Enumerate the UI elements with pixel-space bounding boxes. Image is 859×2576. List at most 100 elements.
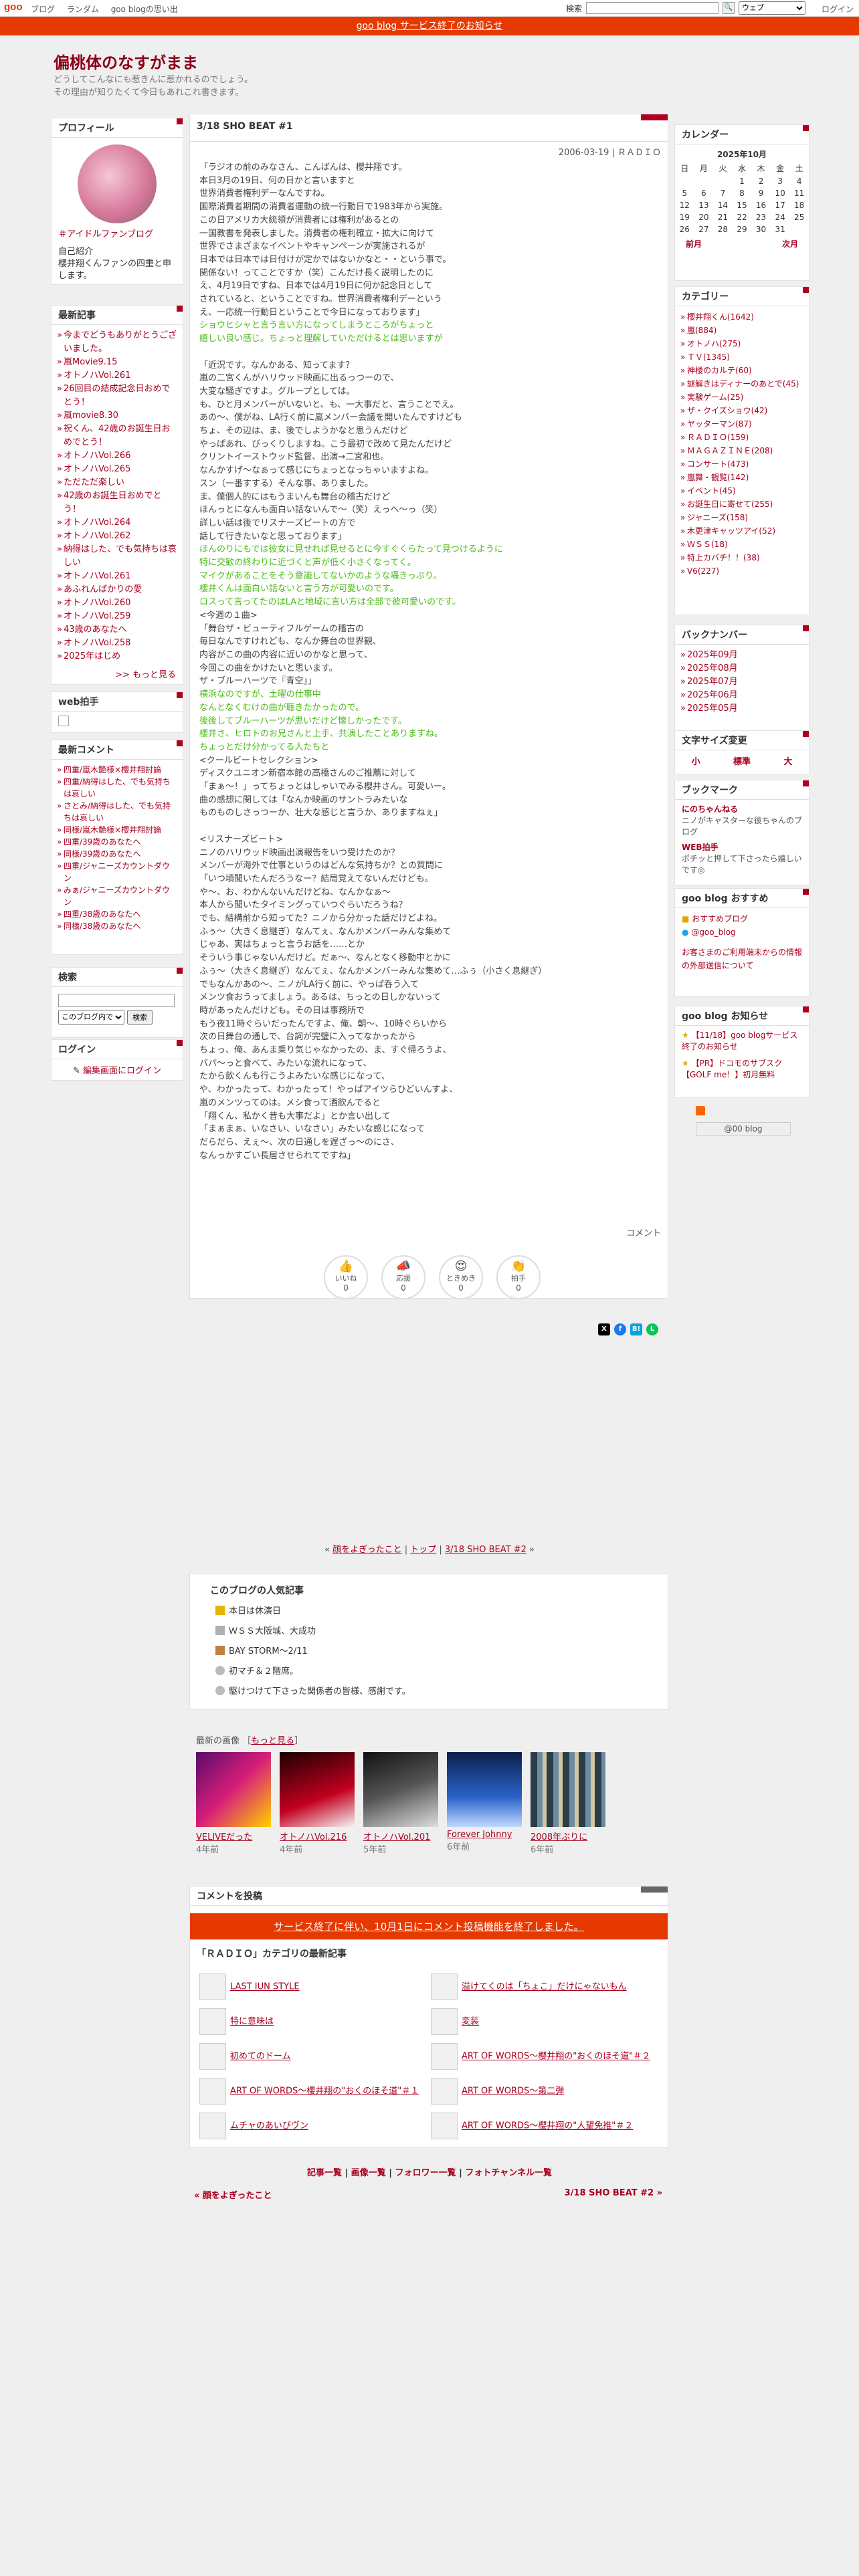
category-post-thumb[interactable] <box>199 2043 226 2070</box>
image-card[interactable]: Forever Johnny 6年前 <box>447 1752 522 1852</box>
footer-link[interactable]: 画像一覧 <box>351 2168 386 2178</box>
recent-post-item[interactable]: 26回目の結成記念日おめでとう！ <box>57 383 177 409</box>
recommend-item[interactable]: ■ おすすめブログ <box>682 912 802 926</box>
popular-item[interactable]: ＷＳＳ大阪城、大成功 <box>215 1624 316 1636</box>
category-post-item[interactable]: ART OF WORDS～櫻井翔の"おくのほそ道"＃２ <box>431 2043 650 2070</box>
reaction-button[interactable]: 👍 いいね 0 <box>324 1255 368 1299</box>
recent-comment-item[interactable]: 四重/納得はした、でも気持ちは哀しい <box>57 776 177 800</box>
category-item[interactable]: ＲＡＤＩＯ(159) <box>680 431 803 444</box>
login-link[interactable]: ログイン <box>822 3 854 15</box>
popular-item[interactable]: BAY STORM～2/11 <box>215 1644 308 1656</box>
recent-comment-item[interactable]: 同様/嵐木艶様×櫻井翔討論 <box>57 824 177 836</box>
oshirase-item[interactable]: ★ 【11/18】goo blogサービス終了のお知らせ <box>682 1030 802 1053</box>
reaction-button[interactable]: 📣 応援 0 <box>381 1255 425 1299</box>
category-post-thumb[interactable] <box>431 2043 458 2070</box>
calendar-day[interactable]: 27 <box>694 223 714 235</box>
nav-memories[interactable]: goo blogの思い出 <box>111 5 178 14</box>
recent-comment-item[interactable]: 四重/嵐木艶様×櫻井翔討論 <box>57 764 177 776</box>
font-large-button[interactable]: 大 <box>783 754 792 767</box>
pager-next[interactable]: 3/18 SHO BEAT #2 <box>445 1545 527 1555</box>
edit-login-link[interactable]: 編集画面にログイン <box>83 1066 161 1076</box>
pager-top[interactable]: トップ <box>410 1545 436 1555</box>
line-share-icon[interactable]: L <box>646 1323 658 1335</box>
calendar-day[interactable]: 4 <box>789 175 809 187</box>
calendar-day[interactable]: 18 <box>789 199 809 211</box>
category-post-thumb[interactable] <box>431 1973 458 2000</box>
category-post-item[interactable]: 変装 <box>431 2008 479 2035</box>
calendar-day[interactable]: 23 <box>751 211 771 223</box>
category-item[interactable]: 実験ゲーム(25) <box>680 391 803 404</box>
image-thumb[interactable] <box>363 1752 438 1827</box>
category-item[interactable]: オトノハ(275) <box>680 337 803 350</box>
nav-random[interactable]: ランダム <box>67 5 99 14</box>
calendar-day[interactable]: 12 <box>675 199 694 211</box>
backnumber-item[interactable]: 2025年09月 <box>680 649 803 662</box>
blog-title[interactable]: 偏桃体のなすがまま <box>54 49 198 73</box>
category-post-item[interactable]: 特に意味は <box>199 2008 274 2035</box>
category-post-thumb[interactable] <box>199 1973 226 2000</box>
backnumber-item[interactable]: 2025年05月 <box>680 702 803 716</box>
calendar-day[interactable]: 28 <box>713 223 733 235</box>
calendar-day[interactable]: 1 <box>733 175 752 187</box>
category-item[interactable]: 木更津キャッツアイ(52) <box>680 524 803 538</box>
recent-comment-item[interactable]: 四重/38歳のあなたへ <box>57 908 177 920</box>
recent-comment-item[interactable]: 同様/38歳のあなたへ <box>57 920 177 932</box>
category-item[interactable]: 神楼のカルテ(60) <box>680 364 803 377</box>
nav-blog[interactable]: ブログ <box>31 5 55 14</box>
goo-logo[interactable]: goo <box>4 1 23 13</box>
bookmark-name[interactable]: WEB拍手 <box>682 842 802 853</box>
calendar-day[interactable]: 6 <box>694 187 714 199</box>
pager-prev[interactable]: 顔をよぎったこと <box>332 1545 401 1555</box>
category-item[interactable]: 特上カバチ！！(38) <box>680 551 803 564</box>
recommend-note[interactable]: お客さまのご利用端末からの情報の外部送信について <box>682 946 802 972</box>
category-item[interactable]: ザ・クイズショウ(42) <box>680 404 803 417</box>
image-card[interactable]: VELIVEだった 4年前 <box>196 1752 271 1855</box>
calendar-day[interactable]: 7 <box>713 187 733 199</box>
x-share-icon[interactable]: X <box>598 1323 610 1335</box>
category-item[interactable]: ＴＶ(1345) <box>680 350 803 364</box>
search-icon[interactable]: 🔍 <box>723 2 735 14</box>
category-item[interactable]: 謎解きはディナーのあとで(45) <box>680 377 803 391</box>
calendar-day[interactable]: 5 <box>675 187 694 199</box>
recent-post-item[interactable]: オトノハVol.264 <box>57 516 177 530</box>
category-item[interactable]: 嵐舞・観覧(142) <box>680 471 803 484</box>
category-post-thumb[interactable] <box>431 2078 458 2105</box>
rss-link[interactable]: @00 blog <box>696 1122 791 1136</box>
comment-link[interactable]: コメント <box>626 1226 661 1239</box>
image-card[interactable]: オトノハVol.216 4年前 <box>280 1752 355 1855</box>
category-post-item[interactable]: ムチャのあいびヴン <box>199 2113 308 2139</box>
calendar-day[interactable]: 21 <box>713 211 733 223</box>
calendar-day[interactable]: 31 <box>771 223 790 235</box>
category-item[interactable]: 櫻井翔くん(1642) <box>680 310 803 324</box>
recommend-item[interactable]: ● @goo_blog <box>682 926 802 939</box>
service-end-link[interactable]: goo blog サービス終了のお知らせ <box>357 21 503 31</box>
category-post-item[interactable]: LAST IUN STYLE <box>199 1973 300 2000</box>
recent-post-item[interactable]: 嵐Movie9.15 <box>57 356 177 369</box>
calendar-day[interactable]: 22 <box>733 211 752 223</box>
calendar-day[interactable]: 2 <box>751 175 771 187</box>
recent-post-item[interactable]: 43歳のあなたへ <box>57 623 177 637</box>
calendar-day[interactable]: 26 <box>675 223 694 235</box>
category-item[interactable]: ジャニーズ(158) <box>680 511 803 524</box>
calendar-day[interactable]: 25 <box>789 211 809 223</box>
category-post-item[interactable]: ART OF WORDS～第二弾 <box>431 2078 564 2105</box>
category-item[interactable]: 嵐(884) <box>680 324 803 337</box>
font-normal-button[interactable]: 標準 <box>733 754 751 767</box>
recent-comment-item[interactable]: 四重/39歳のあなたへ <box>57 836 177 848</box>
recent-post-item[interactable]: オトノハVol.258 <box>57 637 177 650</box>
bookmark-name[interactable]: にのちゃんねる <box>682 804 802 815</box>
image-card[interactable]: 2008年ぶりに 6年前 <box>531 1752 605 1855</box>
recent-post-item[interactable]: あふれんばかりの愛 <box>57 583 177 597</box>
calendar-day[interactable]: 3 <box>771 175 790 187</box>
popular-item[interactable]: 本日は休演日 <box>215 1604 281 1616</box>
calendar-prev[interactable]: 前月 <box>686 238 702 249</box>
calendar-day[interactable]: 9 <box>751 187 771 199</box>
search-scope[interactable]: このブログ内で <box>58 1010 124 1025</box>
image-thumb[interactable] <box>531 1752 605 1827</box>
font-small-button[interactable]: 小 <box>692 754 700 767</box>
recent-post-item[interactable]: ただただ楽しい <box>57 476 177 490</box>
calendar-day[interactable]: 20 <box>694 211 714 223</box>
backnumber-item[interactable]: 2025年08月 <box>680 662 803 675</box>
footer-next-link[interactable]: 3/18 SHO BEAT #2 » <box>565 2188 662 2198</box>
recent-post-item[interactable]: 祝くん、42歳のお誕生日おめでとう！ <box>57 423 177 449</box>
